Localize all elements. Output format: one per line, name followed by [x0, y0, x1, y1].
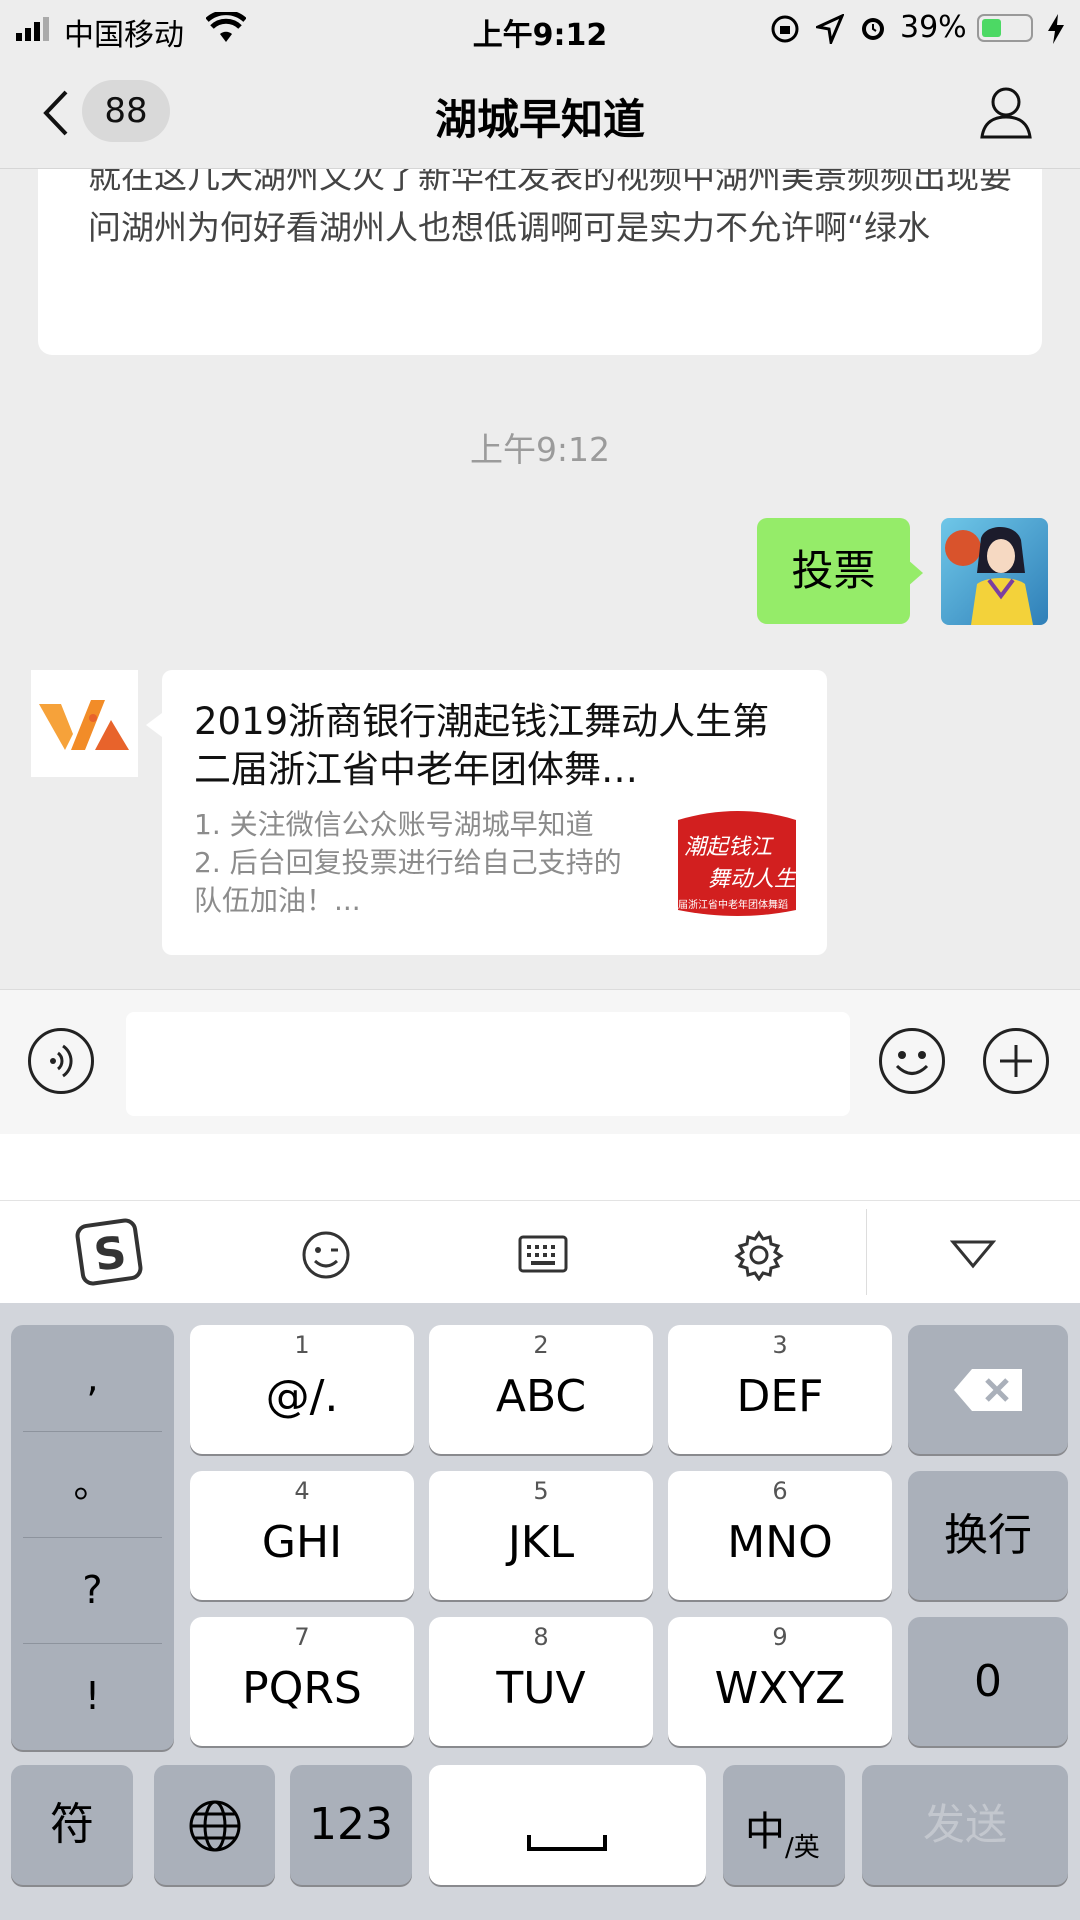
key-5[interactable]: 5 JKL — [429, 1471, 653, 1600]
chat-area[interactable]: 就在这几天湖州又火了新华社发表的视频中湖州美景频频出现要问湖州为何好看湖州人也想… — [0, 169, 1080, 989]
key-label: @/. — [265, 1371, 339, 1422]
globe-key[interactable] — [154, 1765, 275, 1885]
battery-icon — [977, 14, 1033, 42]
article-thumbnail: 潮起钱江 舞动人生 届浙江省中老年团体舞蹈 — [678, 810, 796, 928]
input-spacer — [0, 1134, 1080, 1200]
key-number: 1 — [294, 1331, 310, 1359]
key-number: 4 — [294, 1477, 310, 1505]
keyboard-icon[interactable] — [518, 1235, 568, 1273]
zero-key[interactable]: 0 — [908, 1617, 1068, 1746]
lang-main-label: 中 — [745, 1809, 785, 1855]
nav-bar: 88 湖城早知道 — [0, 58, 1080, 169]
plus-icon — [1000, 1045, 1032, 1077]
send-key[interactable]: 发送 — [862, 1765, 1068, 1885]
key-number: 6 — [772, 1477, 788, 1505]
emoji-icon — [895, 1051, 929, 1075]
emoji-button[interactable] — [879, 1028, 945, 1094]
avatar-image — [941, 518, 1048, 625]
punct-period[interactable]: 。 — [11, 1431, 174, 1537]
key-label: JKL — [507, 1517, 575, 1568]
voice-button[interactable] — [28, 1028, 94, 1094]
key-9[interactable]: 9 WXYZ — [668, 1617, 892, 1746]
toolbar-divider — [866, 1209, 867, 1295]
key-number: 5 — [533, 1477, 549, 1505]
key-label: ABC — [495, 1371, 587, 1422]
nine-key-keyboard: , 。 ? ! 1 @/. 2 ABC 3 DEF 4 GHI 5 JKL 6 … — [0, 1303, 1080, 1920]
space-key[interactable] — [429, 1765, 706, 1885]
hide-keyboard-icon[interactable] — [950, 1239, 996, 1269]
ime-toolbar: S — [0, 1200, 1080, 1304]
article-desc-line1: 1. 关注微信公众账号湖城早知道 — [194, 808, 594, 841]
rotation-lock-icon — [771, 15, 799, 43]
key-4[interactable]: 4 GHI — [190, 1471, 414, 1600]
key-8[interactable]: 8 TUV — [429, 1617, 653, 1746]
key-label: GHI — [261, 1517, 343, 1568]
sogou-logo-icon[interactable]: S — [74, 1217, 146, 1289]
charging-icon — [1048, 14, 1064, 44]
backspace-icon — [954, 1369, 1022, 1411]
previous-article-card[interactable]: 就在这几天湖州又火了新华社发表的视频中湖州美景频频出现要问湖州为何好看湖州人也想… — [38, 169, 1042, 355]
message-input[interactable] — [126, 1012, 850, 1116]
newline-key[interactable]: 换行 — [908, 1471, 1068, 1600]
article-title: 2019浙商银行潮起钱江舞动人生第二届浙江省中老年团体舞… — [194, 700, 770, 791]
bubble-tail — [907, 559, 923, 587]
message-timestamp: 上午9:12 — [469, 430, 611, 469]
more-button[interactable] — [983, 1028, 1049, 1094]
key-number: 2 — [533, 1331, 549, 1359]
key-label: PQRS — [242, 1663, 362, 1714]
key-number: 3 — [772, 1331, 788, 1359]
my-avatar[interactable] — [941, 518, 1048, 625]
language-switch-key[interactable]: 中 /英 — [723, 1765, 845, 1885]
key-number: 9 — [772, 1623, 788, 1651]
lang-sub-label: /英 — [785, 1833, 820, 1863]
account-logo-icon — [31, 670, 138, 777]
numeric-key[interactable]: 123 — [290, 1765, 412, 1885]
official-account-avatar[interactable] — [31, 670, 138, 777]
thumb-text-1: 潮起钱江 — [684, 835, 774, 860]
key-1[interactable]: 1 @/. — [190, 1325, 414, 1454]
key-2[interactable]: 2 ABC — [429, 1325, 653, 1454]
key-label: MNO — [727, 1517, 833, 1568]
previous-article-text: 就在这几天湖州又火了新华社发表的视频中湖州美景频频出现要问湖州为何好看湖州人也想… — [88, 169, 1012, 247]
punctuation-column[interactable]: , 。 ? ! — [11, 1325, 174, 1750]
key-number: 7 — [294, 1623, 310, 1651]
voice-icon — [50, 1044, 73, 1078]
key-number: 8 — [533, 1623, 549, 1651]
alarm-icon — [862, 18, 884, 40]
settings-gear-icon[interactable] — [733, 1229, 785, 1281]
globe-icon — [189, 1800, 241, 1852]
location-icon — [816, 14, 844, 44]
article-desc-line2: 2. 后台回复投票进行给自己支持的队伍加油！... — [194, 846, 622, 917]
punct-exclaim[interactable]: ! — [11, 1643, 174, 1749]
card-tail — [146, 713, 162, 737]
emoji-face-icon[interactable] — [300, 1229, 352, 1281]
key-7[interactable]: 7 PQRS — [190, 1617, 414, 1746]
key-label: WXYZ — [714, 1663, 846, 1714]
thumb-text-2: 舞动人生 — [708, 867, 796, 892]
symbols-key[interactable]: 符 — [11, 1765, 133, 1885]
key-label: TUV — [496, 1663, 586, 1714]
status-bar: 中国移动 上午9:12 39% — [0, 0, 1080, 58]
my-message-bubble[interactable]: 投票 — [757, 518, 910, 624]
article-description: 1. 关注微信公众账号湖城早知道 2. 后台回复投票进行给自己支持的队伍加油！.… — [194, 806, 644, 920]
key-3[interactable]: 3 DEF — [668, 1325, 892, 1454]
page-title: 湖城早知道 — [434, 95, 645, 144]
article-card[interactable]: 2019浙商银行潮起钱江舞动人生第二届浙江省中老年团体舞… 1. 关注微信公众账… — [162, 670, 827, 955]
key-label: DEF — [736, 1371, 824, 1422]
key-6[interactable]: 6 MNO — [668, 1471, 892, 1600]
punct-question[interactable]: ? — [11, 1537, 174, 1643]
profile-icon[interactable] — [978, 84, 1034, 140]
backspace-key[interactable] — [908, 1325, 1068, 1454]
thumb-text-3: 届浙江省中老年团体舞蹈 — [678, 898, 788, 911]
punct-comma[interactable]: , — [11, 1325, 174, 1431]
space-icon — [527, 1835, 607, 1851]
input-bar — [0, 989, 1080, 1135]
battery-percent: 39% — [900, 10, 967, 45]
